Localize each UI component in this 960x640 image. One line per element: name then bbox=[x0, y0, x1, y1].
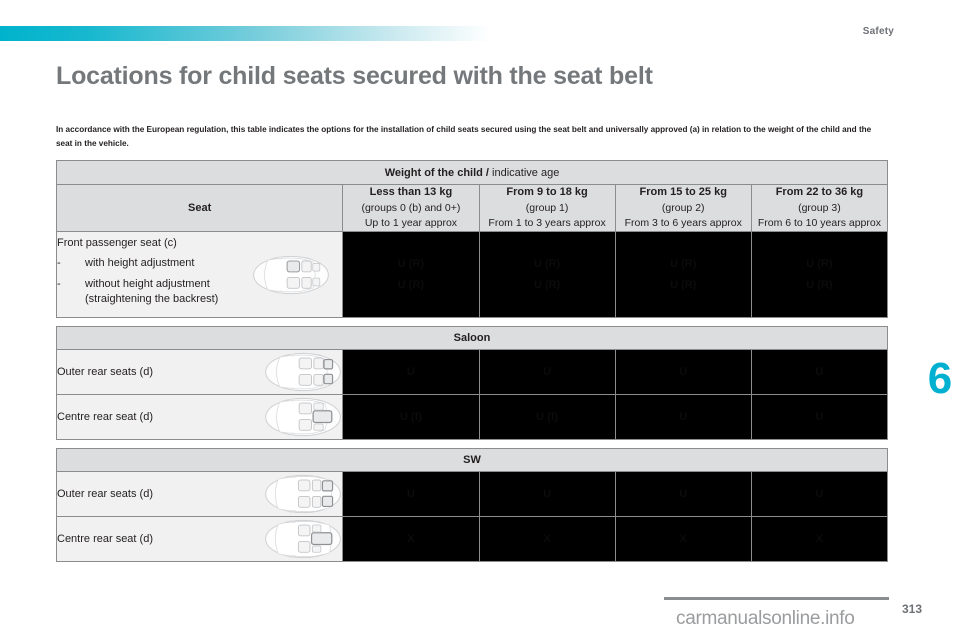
table-row-saloon-outer: Outer rear seats (d) U U U U bbox=[55, 349, 889, 396]
table-row-sw-outer: Outer rear seats (d) U U U U bbox=[55, 471, 889, 518]
saloon-outer-value-2: U bbox=[614, 349, 752, 396]
saloon-outer-value-0: U bbox=[342, 349, 480, 396]
page-title: Locations for child seats secured with t… bbox=[56, 62, 653, 90]
table-row-sw-centre: Centre rear seat (d) X X X X bbox=[55, 516, 889, 563]
weight-column-header-3: From 22 to 36 kg (group 3) From 6 to 10 … bbox=[750, 183, 889, 233]
section-band-sw: SW bbox=[56, 448, 888, 473]
group-label-0: (groups 0 (b) and 0+) bbox=[361, 201, 461, 214]
front-passenger-label-cell: Front passenger seat (c) - with height a… bbox=[55, 231, 344, 319]
car-diagram-saloon-outer bbox=[264, 351, 342, 393]
sw-centre-value-0: X bbox=[342, 516, 480, 563]
sw-outer-value-3: U bbox=[750, 471, 889, 518]
weight-column-header-2: From 15 to 25 kg (group 2) From 3 to 6 y… bbox=[614, 183, 752, 233]
section-spacer-2 bbox=[56, 439, 888, 449]
car-diagram-sw-centre bbox=[264, 518, 342, 560]
weight-label-2: From 15 to 25 kg bbox=[639, 186, 727, 198]
front-passenger-value-3-line2: U (R) bbox=[806, 278, 833, 291]
seat-column-header: Seat bbox=[55, 183, 344, 233]
header-accent-bar bbox=[0, 26, 490, 41]
sw-centre-value-3: X bbox=[750, 516, 889, 563]
saloon-outer-value-1: U bbox=[478, 349, 616, 396]
sw-band-label: SW bbox=[56, 448, 888, 473]
table-row-front-passenger: Front passenger seat (c) - with height a… bbox=[55, 231, 889, 319]
weight-header-normal: indicative age bbox=[488, 166, 560, 179]
car-diagram-sw-outer bbox=[264, 473, 342, 515]
saloon-centre-value-2: U bbox=[614, 394, 752, 441]
saloon-centre-label: Centre rear seat (d) bbox=[57, 411, 153, 424]
front-passenger-value-1-line1: U (R) bbox=[533, 257, 561, 270]
bullet-dash-1: - bbox=[57, 257, 61, 270]
front-passenger-value-2-line2: U (R) bbox=[670, 278, 697, 291]
weight-label-3: From 22 to 36 kg bbox=[775, 186, 864, 198]
sw-outer-value-0: U bbox=[342, 471, 480, 518]
car-diagram-saloon-centre bbox=[264, 396, 342, 438]
front-passenger-value-3-line1: U (R) bbox=[806, 257, 833, 270]
intro-paragraph: In accordance with the European regulati… bbox=[56, 125, 872, 148]
child-seat-location-table: Weight of the child / indicative age Sea… bbox=[55, 160, 889, 563]
page-number: 313 bbox=[901, 602, 922, 616]
front-passenger-value-0-line1: U (R) bbox=[397, 257, 425, 270]
sw-centre-value-1: X bbox=[478, 516, 616, 563]
front-passenger-value-1-line2: U (R) bbox=[533, 278, 561, 291]
section-band-saloon: Saloon bbox=[56, 326, 888, 351]
weight-column-header-1: From 9 to 18 kg (group 1) From 1 to 3 ye… bbox=[478, 183, 616, 233]
age-label-3: From 6 to 10 years approx bbox=[757, 217, 881, 230]
bullet-text-2-wrap: without height adjustment (straightening… bbox=[85, 277, 218, 307]
saloon-centre-label-cell: Centre rear seat (d) bbox=[55, 394, 344, 441]
front-passenger-value-0: U (R) U (R) bbox=[342, 231, 480, 319]
bullet-text-2-line1: without height adjustment bbox=[85, 277, 210, 290]
table-header-weight-row: Weight of the child / indicative age bbox=[56, 160, 888, 185]
saloon-centre-value-0: U (f) bbox=[342, 394, 480, 441]
sw-centre-value-2: X bbox=[614, 516, 752, 563]
front-passenger-value-1: U (R) U (R) bbox=[478, 231, 616, 319]
table-header-columns-row: Seat Less than 13 kg (groups 0 (b) and 0… bbox=[55, 183, 889, 233]
sw-outer-value-2: U bbox=[614, 471, 752, 518]
group-label-3: (group 3) bbox=[798, 201, 841, 214]
front-passenger-title: Front passenger seat (c) bbox=[57, 237, 177, 250]
chapter-tab-number: 6 bbox=[920, 348, 960, 410]
weight-of-child-header: Weight of the child / indicative age bbox=[56, 160, 888, 185]
table-row-saloon-centre: Centre rear seat (d) U (f) U (f) U U bbox=[55, 394, 889, 441]
section-spacer-1 bbox=[56, 317, 888, 327]
saloon-band-label: Saloon bbox=[56, 326, 888, 351]
group-label-2: (group 2) bbox=[661, 201, 705, 214]
saloon-outer-label: Outer rear seats (d) bbox=[57, 366, 153, 379]
bullet-dash-2: - bbox=[57, 277, 61, 290]
sw-centre-label-cell: Centre rear seat (d) bbox=[55, 516, 344, 563]
saloon-centre-value-3: U bbox=[750, 394, 889, 441]
weight-label-1: From 9 to 18 kg bbox=[506, 186, 588, 198]
sw-outer-value-1: U bbox=[478, 471, 616, 518]
chapter-label: Safety bbox=[862, 26, 894, 37]
saloon-centre-value-1: U (f) bbox=[478, 394, 616, 441]
age-label-1: From 1 to 3 years approx bbox=[488, 217, 606, 230]
age-label-0: Up to 1 year approx bbox=[364, 217, 458, 230]
bullet-text-1: with height adjustment bbox=[85, 257, 195, 270]
sw-outer-label-cell: Outer rear seats (d) bbox=[55, 471, 344, 518]
footer-rule bbox=[664, 597, 889, 600]
bullet-text-2-line2: (straightening the backrest) bbox=[85, 292, 219, 305]
weight-column-header-0: Less than 13 kg (groups 0 (b) and 0+) Up… bbox=[342, 183, 480, 233]
car-diagram-front-passenger bbox=[252, 254, 330, 296]
saloon-outer-value-3: U bbox=[750, 349, 889, 396]
weight-label-0: Less than 13 kg bbox=[369, 186, 453, 198]
age-label-2: From 3 to 6 years approx bbox=[624, 217, 742, 230]
sw-centre-label: Centre rear seat (d) bbox=[57, 533, 153, 546]
group-label-1: (group 1) bbox=[525, 201, 569, 214]
front-passenger-value-3: U (R) U (R) bbox=[750, 231, 889, 319]
weight-header-bold: Weight of the child / bbox=[384, 166, 489, 179]
front-passenger-value-2: U (R) U (R) bbox=[614, 231, 752, 319]
front-passenger-value-0-line2: U (R) bbox=[397, 278, 425, 291]
front-passenger-value-2-line1: U (R) bbox=[670, 257, 697, 270]
sw-outer-label: Outer rear seats (d) bbox=[57, 488, 153, 501]
saloon-outer-label-cell: Outer rear seats (d) bbox=[55, 349, 344, 396]
site-watermark: carmanualsonline.info bbox=[676, 608, 855, 629]
